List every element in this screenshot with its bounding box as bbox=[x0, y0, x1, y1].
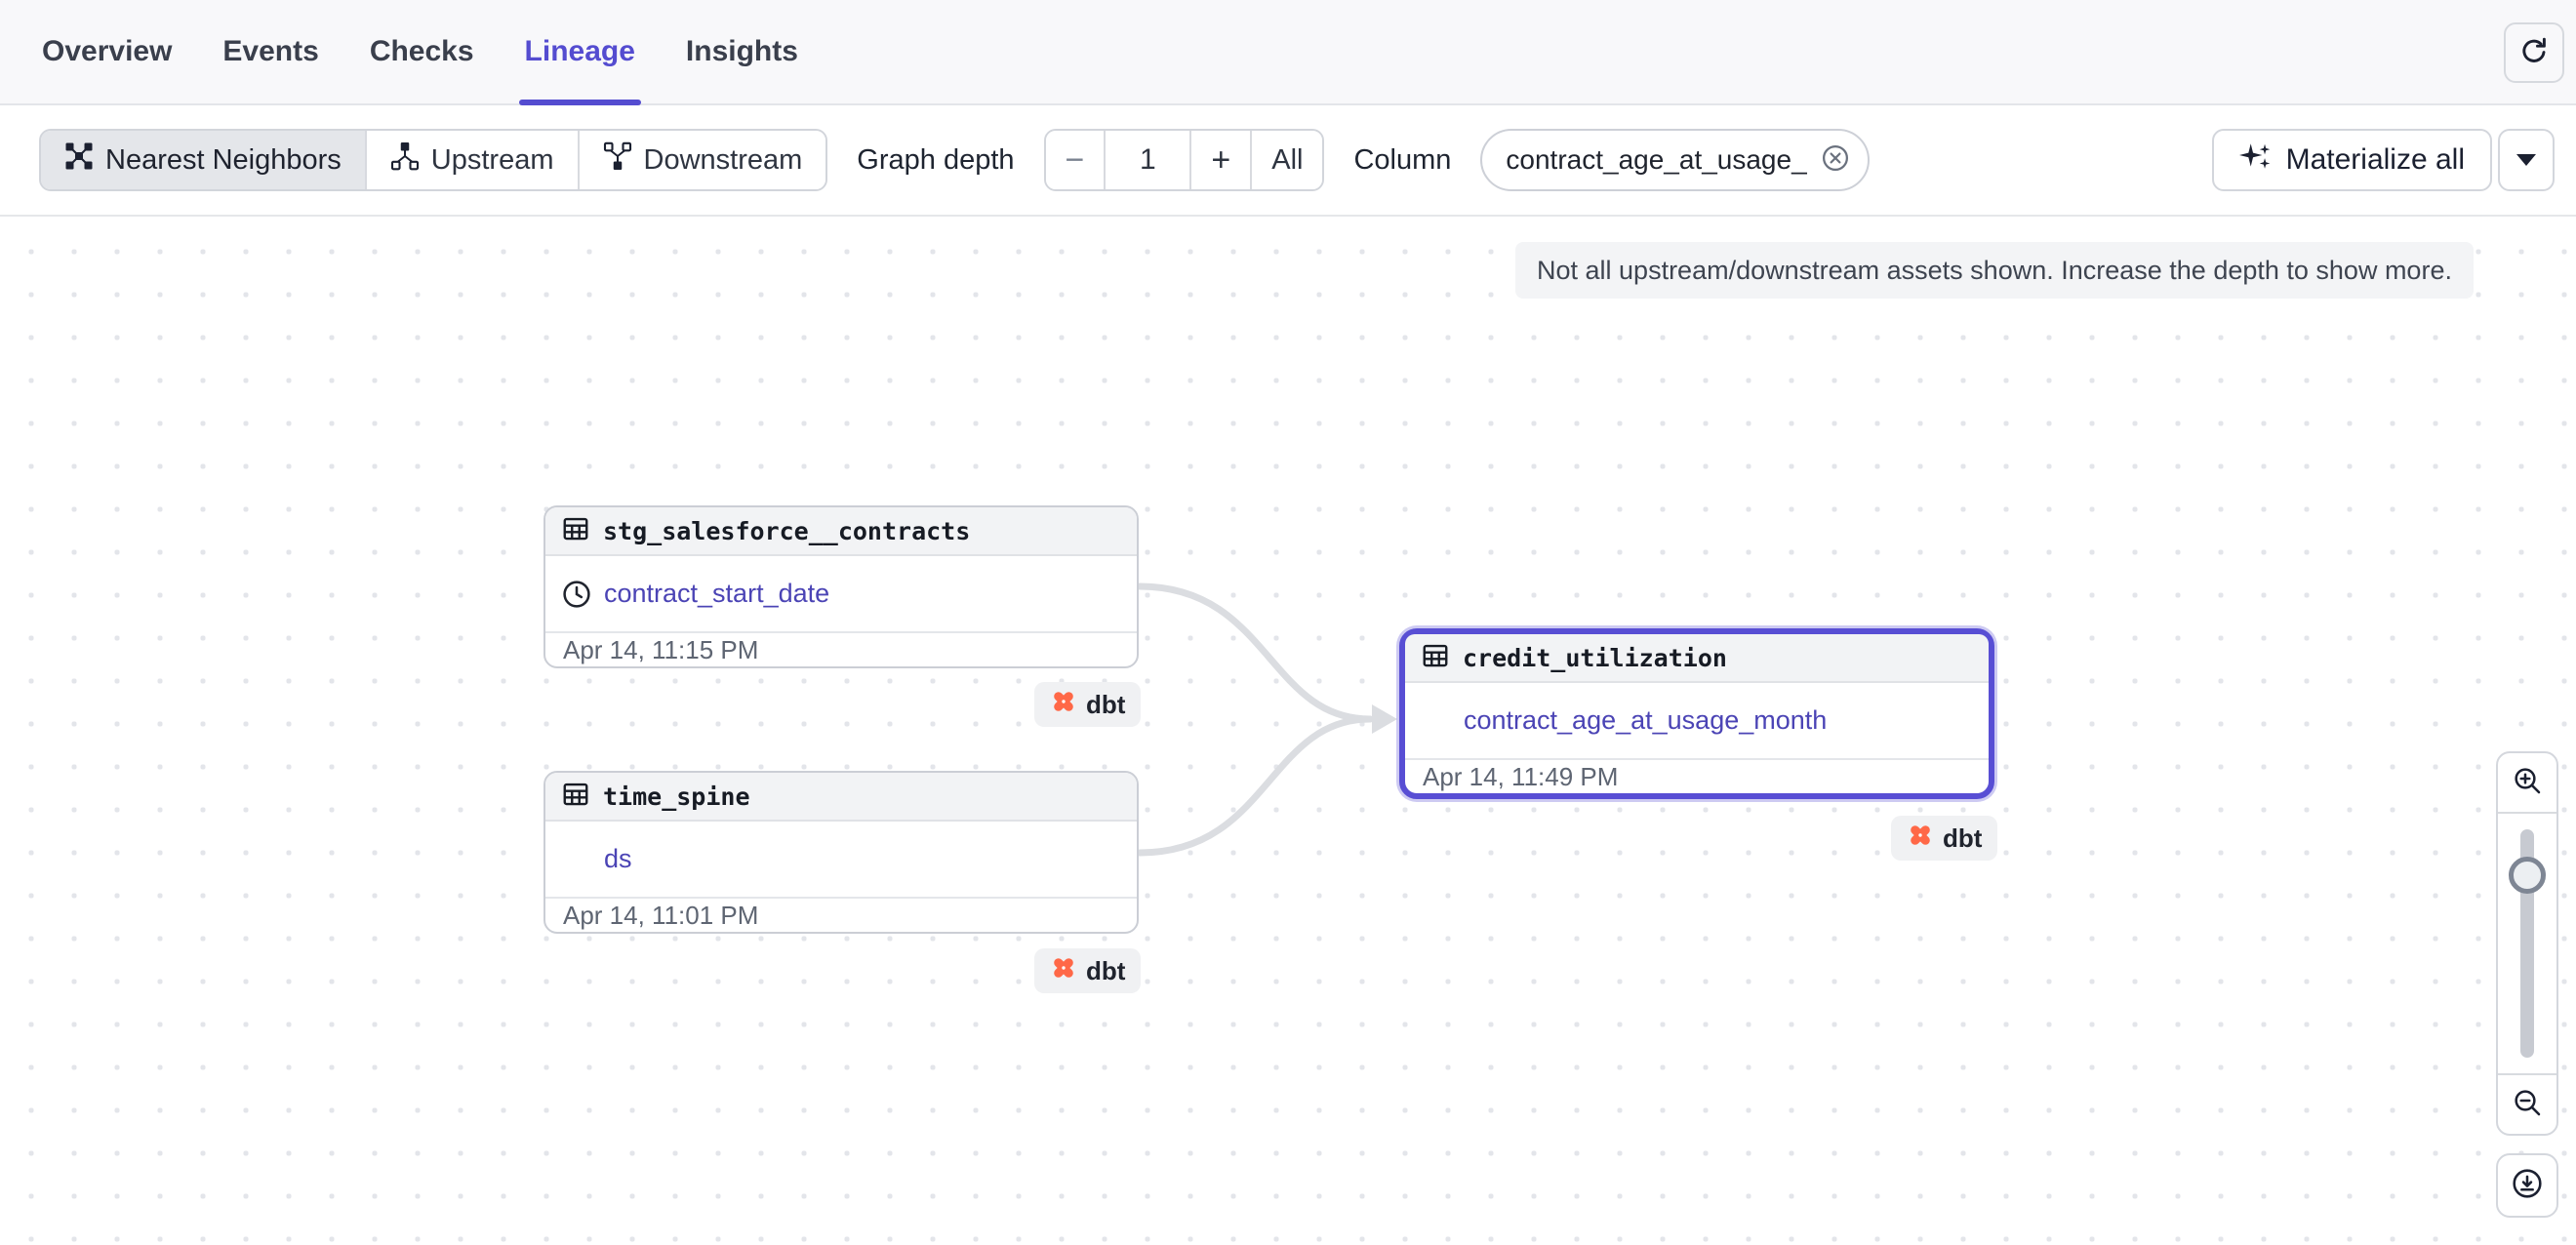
top-tab-bar: Overview Events Checks Lineage Insights bbox=[0, 0, 2576, 105]
dbt-logo-icon bbox=[1907, 822, 1934, 856]
asset-name: credit_utilization bbox=[1463, 644, 1727, 672]
asset-node-column-row: ds bbox=[545, 822, 1137, 897]
dbt-badge-label: dbt bbox=[1943, 823, 1982, 854]
column-filter-chip[interactable]: contract_age_at_usage_ bbox=[1480, 129, 1869, 191]
dbt-badge-label: dbt bbox=[1086, 690, 1125, 720]
view-mode-upstream[interactable]: Upstream bbox=[367, 131, 580, 189]
zoom-control-panel bbox=[2496, 751, 2558, 1136]
depth-value-field[interactable]: 1 bbox=[1106, 131, 1191, 189]
view-mode-label: Upstream bbox=[431, 144, 554, 177]
asset-node-header: credit_utilization bbox=[1405, 634, 1989, 683]
zoom-slider[interactable] bbox=[2498, 814, 2556, 1073]
clear-column-filter-icon[interactable] bbox=[1821, 143, 1850, 178]
table-icon bbox=[561, 780, 590, 814]
column-icon-slot-empty bbox=[561, 844, 592, 875]
materialize-group: Materialize all bbox=[2212, 129, 2555, 191]
materialize-all-label: Materialize all bbox=[2286, 143, 2465, 177]
table-icon bbox=[1421, 641, 1450, 675]
refresh-button[interactable] bbox=[2504, 22, 2564, 83]
tab-overview[interactable]: Overview bbox=[42, 0, 172, 103]
asset-node-column-row: contract_start_date bbox=[545, 556, 1137, 631]
view-mode-label: Downstream bbox=[644, 144, 803, 177]
asset-timestamp: Apr 14, 11:49 PM bbox=[1405, 758, 1989, 793]
view-mode-nearest-neighbors[interactable]: Nearest Neighbors bbox=[41, 131, 367, 189]
view-mode-group: Nearest Neighbors Upstream bbox=[39, 129, 827, 191]
asset-node-header: stg_salesforce__contracts bbox=[545, 507, 1137, 556]
zoom-out-button[interactable] bbox=[2498, 1073, 2556, 1134]
downstream-icon bbox=[603, 141, 632, 179]
recenter-icon bbox=[2511, 1167, 2544, 1205]
column-icon-slot-empty bbox=[1421, 705, 1452, 737]
nearest-neighbors-icon bbox=[64, 141, 94, 179]
asset-node-header: time_spine bbox=[545, 773, 1137, 822]
column-filter-label: Column bbox=[1353, 144, 1451, 177]
asset-node-credit-utilization[interactable]: credit_utilization contract_age_at_usage… bbox=[1399, 628, 1994, 799]
chevron-down-icon bbox=[2516, 154, 2536, 166]
asset-name: stg_salesforce__contracts bbox=[603, 517, 970, 545]
view-mode-downstream[interactable]: Downstream bbox=[580, 131, 826, 189]
tab-events[interactable]: Events bbox=[222, 0, 318, 103]
asset-timestamp: Apr 14, 11:15 PM bbox=[545, 631, 1137, 666]
dbt-badge: dbt bbox=[1034, 948, 1141, 993]
materialize-dropdown-button[interactable] bbox=[2498, 129, 2555, 191]
dbt-logo-icon bbox=[1050, 688, 1077, 722]
column-link[interactable]: ds bbox=[604, 844, 632, 874]
lineage-edges bbox=[0, 217, 2576, 1245]
tabs: Overview Events Checks Lineage Insights bbox=[42, 0, 798, 103]
depth-decrement-button[interactable]: − bbox=[1046, 131, 1107, 189]
table-icon bbox=[561, 514, 590, 548]
upstream-icon bbox=[390, 141, 420, 179]
clock-icon bbox=[561, 579, 592, 610]
depth-increment-button[interactable]: + bbox=[1191, 131, 1252, 189]
sparkles-icon bbox=[2239, 140, 2273, 181]
materialize-all-button[interactable]: Materialize all bbox=[2212, 129, 2492, 191]
zoom-out-icon bbox=[2512, 1087, 2543, 1123]
graph-depth-stepper: − 1 + All bbox=[1044, 129, 1325, 191]
zoom-slider-thumb[interactable] bbox=[2509, 857, 2546, 894]
column-link[interactable]: contract_age_at_usage_month bbox=[1464, 705, 1827, 736]
column-filter-value: contract_age_at_usage_ bbox=[1506, 144, 1806, 176]
tab-checks[interactable]: Checks bbox=[370, 0, 474, 103]
lineage-canvas[interactable]: Not all upstream/downstream assets shown… bbox=[0, 217, 2576, 1245]
zoom-in-button[interactable] bbox=[2498, 753, 2556, 814]
depth-notice-banner: Not all upstream/downstream assets shown… bbox=[1515, 242, 2474, 299]
zoom-in-icon bbox=[2512, 765, 2543, 801]
tab-lineage[interactable]: Lineage bbox=[525, 0, 635, 103]
dbt-logo-icon bbox=[1050, 954, 1077, 988]
dbt-badge-label: dbt bbox=[1086, 956, 1125, 986]
tab-insights[interactable]: Insights bbox=[686, 0, 798, 103]
dbt-badge: dbt bbox=[1034, 682, 1141, 727]
lineage-toolbar: Nearest Neighbors Upstream bbox=[0, 105, 2576, 217]
depth-all-button[interactable]: All bbox=[1252, 131, 1322, 189]
asset-node-time-spine[interactable]: time_spine ds Apr 14, 11:01 PM bbox=[543, 771, 1139, 934]
view-mode-label: Nearest Neighbors bbox=[105, 144, 342, 177]
asset-node-stg-salesforce-contracts[interactable]: stg_salesforce__contracts contract_start… bbox=[543, 505, 1139, 668]
recenter-view-button[interactable] bbox=[2496, 1153, 2558, 1218]
asset-timestamp: Apr 14, 11:01 PM bbox=[545, 897, 1137, 932]
graph-depth-label: Graph depth bbox=[857, 144, 1014, 177]
asset-node-column-row: contract_age_at_usage_month bbox=[1405, 683, 1989, 758]
refresh-icon bbox=[2518, 35, 2550, 71]
dbt-badge: dbt bbox=[1891, 816, 1997, 861]
column-link[interactable]: contract_start_date bbox=[604, 579, 829, 609]
asset-name: time_spine bbox=[603, 783, 750, 811]
